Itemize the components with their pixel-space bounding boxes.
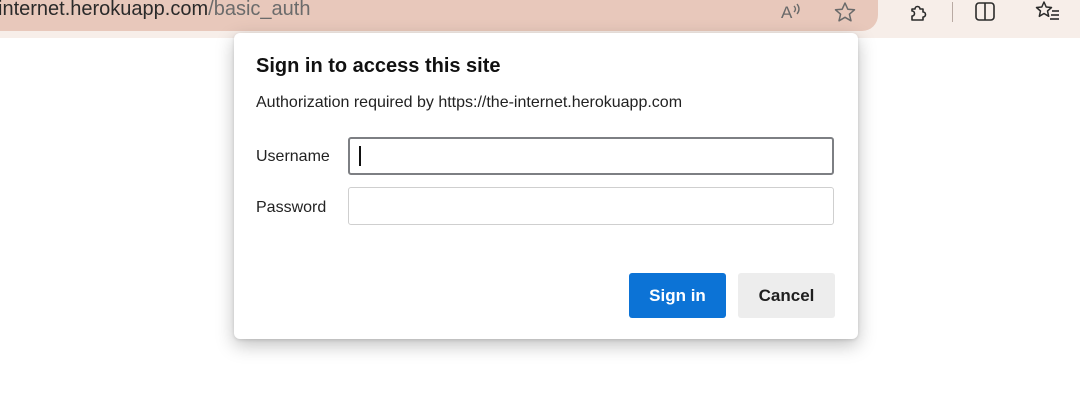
username-field[interactable] bbox=[348, 137, 834, 175]
cancel-button[interactable]: Cancel bbox=[738, 273, 835, 318]
read-aloud-icon[interactable]: A bbox=[776, 0, 806, 24]
dialog-title: Sign in to access this site bbox=[256, 55, 501, 77]
text-caret bbox=[359, 146, 361, 166]
url-text[interactable]: internet.herokuapp.com/basic_auth bbox=[0, 0, 310, 24]
url-host: internet.herokuapp.com bbox=[0, 0, 209, 20]
sign-in-dialog: Sign in to access this site Authorizatio… bbox=[234, 33, 858, 339]
extensions-icon[interactable] bbox=[904, 0, 934, 24]
url-path: /basic_auth bbox=[208, 0, 311, 20]
password-label: Password bbox=[256, 199, 327, 216]
favorites-list-icon[interactable] bbox=[1033, 0, 1063, 24]
username-label: Username bbox=[256, 148, 330, 165]
svg-text:A: A bbox=[781, 3, 793, 22]
toolbar-divider bbox=[952, 2, 953, 22]
password-field[interactable] bbox=[348, 187, 834, 225]
dialog-subtitle: Authorization required by https://the-in… bbox=[256, 94, 683, 111]
sign-in-button[interactable]: Sign in bbox=[629, 273, 726, 318]
address-bar[interactable]: internet.herokuapp.com/basic_auth A bbox=[0, 0, 878, 31]
split-screen-icon[interactable] bbox=[970, 0, 1000, 24]
favorite-star-icon[interactable] bbox=[830, 0, 860, 24]
